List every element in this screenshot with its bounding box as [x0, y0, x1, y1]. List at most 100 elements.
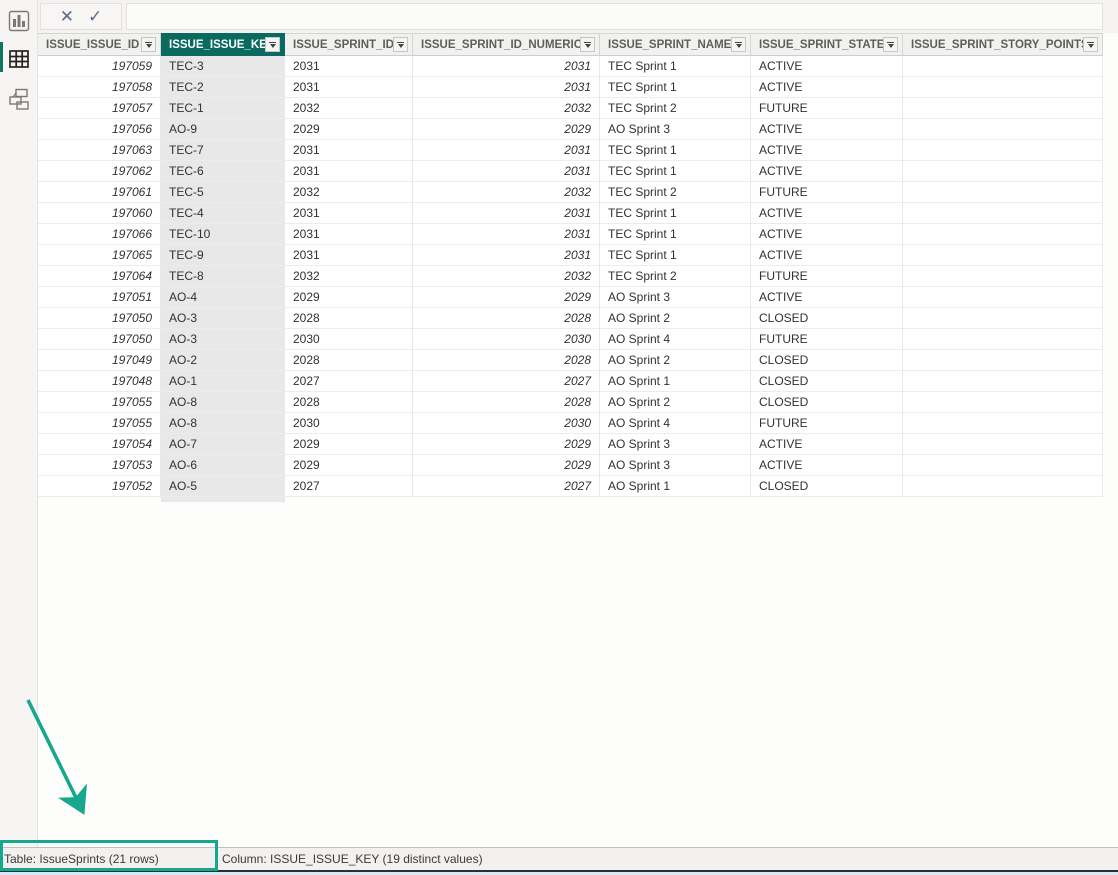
- table-cell[interactable]: 2028: [285, 308, 413, 329]
- table-cell[interactable]: AO Sprint 2: [600, 308, 751, 329]
- table-cell[interactable]: 2032: [413, 182, 600, 203]
- table-cell[interactable]: AO-3: [161, 329, 285, 350]
- table-cell[interactable]: TEC Sprint 1: [600, 245, 751, 266]
- table-cell[interactable]: [903, 329, 1103, 350]
- table-cell[interactable]: 197061: [38, 182, 161, 203]
- table-cell[interactable]: 197056: [38, 119, 161, 140]
- table-cell[interactable]: 197065: [38, 245, 161, 266]
- table-cell[interactable]: 2031: [285, 77, 413, 98]
- table-cell[interactable]: 2029: [413, 455, 600, 476]
- table-cell[interactable]: [903, 161, 1103, 182]
- table-cell[interactable]: TEC-5: [161, 182, 285, 203]
- table-cell[interactable]: [903, 245, 1103, 266]
- table-cell[interactable]: 2028: [413, 392, 600, 413]
- table-cell[interactable]: TEC Sprint 2: [600, 182, 751, 203]
- table-cell[interactable]: [903, 119, 1103, 140]
- table-cell[interactable]: AO Sprint 3: [600, 455, 751, 476]
- table-cell[interactable]: AO Sprint 1: [600, 371, 751, 392]
- table-cell[interactable]: 197063: [38, 140, 161, 161]
- table-cell[interactable]: TEC Sprint 1: [600, 203, 751, 224]
- table-cell[interactable]: 197049: [38, 350, 161, 371]
- table-cell[interactable]: [903, 224, 1103, 245]
- table-cell[interactable]: 2027: [285, 476, 413, 497]
- table-cell[interactable]: TEC-2: [161, 77, 285, 98]
- table-cell[interactable]: [903, 56, 1103, 77]
- table-cell[interactable]: [903, 413, 1103, 434]
- table-cell[interactable]: AO-8: [161, 392, 285, 413]
- table-cell[interactable]: [903, 392, 1103, 413]
- table-cell[interactable]: AO-4: [161, 287, 285, 308]
- table-cell[interactable]: 2032: [285, 266, 413, 287]
- table-cell[interactable]: 2032: [413, 98, 600, 119]
- table-cell[interactable]: ACTIVE: [751, 455, 903, 476]
- table-cell[interactable]: [903, 203, 1103, 224]
- column-header-issue_sprint_id_numeric[interactable]: ISSUE_SPRINT_ID_NUMERIC: [413, 33, 600, 56]
- table-cell[interactable]: 2027: [285, 371, 413, 392]
- table-cell[interactable]: 2029: [413, 119, 600, 140]
- table-cell[interactable]: 2029: [285, 434, 413, 455]
- table-cell[interactable]: 197055: [38, 392, 161, 413]
- table-cell[interactable]: 2031: [413, 203, 600, 224]
- table-cell[interactable]: 2031: [285, 203, 413, 224]
- table-cell[interactable]: FUTURE: [751, 329, 903, 350]
- table-cell[interactable]: 2027: [413, 476, 600, 497]
- commit-icon[interactable]: ✓: [88, 8, 102, 25]
- table-cell[interactable]: ACTIVE: [751, 56, 903, 77]
- table-cell[interactable]: TEC Sprint 1: [600, 77, 751, 98]
- table-cell[interactable]: ACTIVE: [751, 224, 903, 245]
- table-cell[interactable]: ACTIVE: [751, 203, 903, 224]
- table-cell[interactable]: FUTURE: [751, 98, 903, 119]
- table-cell[interactable]: CLOSED: [751, 476, 903, 497]
- column-header-issue_sprint_story_points[interactable]: ISSUE_SPRINT_STORY_POINTS: [903, 33, 1103, 56]
- table-cell[interactable]: 197048: [38, 371, 161, 392]
- table-cell[interactable]: AO-9: [161, 119, 285, 140]
- sidebar-item-model-view[interactable]: [0, 80, 38, 118]
- table-cell[interactable]: 2032: [413, 266, 600, 287]
- table-cell[interactable]: [903, 287, 1103, 308]
- table-cell[interactable]: 2031: [285, 56, 413, 77]
- table-cell[interactable]: [903, 182, 1103, 203]
- table-cell[interactable]: AO Sprint 3: [600, 119, 751, 140]
- column-header-issue_sprint_name[interactable]: ISSUE_SPRINT_NAME: [600, 33, 751, 56]
- table-cell[interactable]: ACTIVE: [751, 119, 903, 140]
- table-cell[interactable]: CLOSED: [751, 308, 903, 329]
- table-cell[interactable]: ACTIVE: [751, 434, 903, 455]
- table-cell[interactable]: 2030: [285, 329, 413, 350]
- column-header-issue_issue_id[interactable]: ISSUE_ISSUE_ID: [38, 33, 161, 56]
- table-cell[interactable]: 2030: [413, 329, 600, 350]
- table-cell[interactable]: TEC Sprint 1: [600, 224, 751, 245]
- column-filter-dropdown-icon[interactable]: [580, 37, 595, 52]
- table-cell[interactable]: AO-7: [161, 434, 285, 455]
- table-cell[interactable]: 2031: [413, 77, 600, 98]
- table-cell[interactable]: CLOSED: [751, 350, 903, 371]
- table-cell[interactable]: AO Sprint 3: [600, 434, 751, 455]
- table-cell[interactable]: CLOSED: [751, 371, 903, 392]
- table-cell[interactable]: TEC-7: [161, 140, 285, 161]
- table-cell[interactable]: 2027: [413, 371, 600, 392]
- table-cell[interactable]: 2030: [285, 413, 413, 434]
- table-cell[interactable]: [903, 434, 1103, 455]
- sidebar-item-report-view[interactable]: [0, 2, 38, 40]
- table-cell[interactable]: [903, 455, 1103, 476]
- table-cell[interactable]: 2031: [285, 161, 413, 182]
- table-cell[interactable]: CLOSED: [751, 392, 903, 413]
- table-cell[interactable]: TEC Sprint 1: [600, 56, 751, 77]
- table-cell[interactable]: [903, 371, 1103, 392]
- table-cell[interactable]: AO-5: [161, 476, 285, 497]
- table-cell[interactable]: 2031: [413, 161, 600, 182]
- table-cell[interactable]: AO-3: [161, 308, 285, 329]
- table-cell[interactable]: TEC-6: [161, 161, 285, 182]
- cancel-icon[interactable]: ✕: [60, 8, 74, 25]
- table-cell[interactable]: AO Sprint 4: [600, 329, 751, 350]
- column-filter-dropdown-icon[interactable]: [393, 37, 408, 52]
- table-cell[interactable]: TEC Sprint 1: [600, 140, 751, 161]
- table-cell[interactable]: ACTIVE: [751, 77, 903, 98]
- table-cell[interactable]: AO Sprint 4: [600, 413, 751, 434]
- table-cell[interactable]: 197060: [38, 203, 161, 224]
- table-cell[interactable]: 197055: [38, 413, 161, 434]
- column-header-issue_sprint_state[interactable]: ISSUE_SPRINT_STATE: [751, 33, 903, 56]
- table-cell[interactable]: 197050: [38, 329, 161, 350]
- sidebar-item-data-view[interactable]: [0, 40, 38, 78]
- table-cell[interactable]: [903, 308, 1103, 329]
- column-header-issue_issue_key[interactable]: ISSUE_ISSUE_KEY: [161, 33, 285, 56]
